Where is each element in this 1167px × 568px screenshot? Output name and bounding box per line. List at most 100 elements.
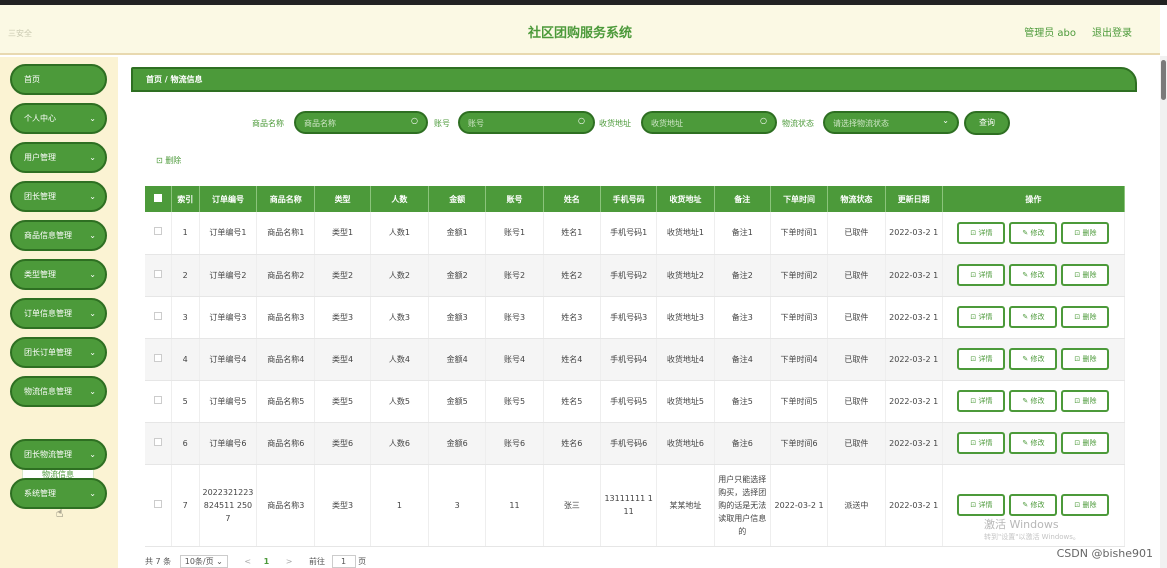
detail-button[interactable]: ⊡ 详情 (957, 348, 1006, 370)
row-checkbox[interactable] (153, 353, 162, 362)
table-row: 5 订单编号5 商品名称5 类型5 人数5 金额5 账号5 姓名5 手机号码5 收货地址5 备注5 下… (145, 380, 1126, 423)
delete-button[interactable]: ⊡ 删除 (1061, 306, 1110, 328)
row-select-cell[interactable] (145, 212, 172, 255)
edit-button[interactable]: ✎ 修改 (1009, 348, 1058, 370)
sidebar-item[interactable]: 用户管理 ⌄ (10, 142, 107, 173)
status-select[interactable]: ⌄ (823, 111, 959, 134)
delete-button[interactable]: ⊡ 删除 (1061, 221, 1110, 244)
row-checkbox[interactable] (153, 499, 162, 508)
address-input[interactable] (651, 116, 757, 130)
table-cell: 订单编号4 (199, 338, 258, 381)
edit-button[interactable]: ✎ 修改 (1009, 264, 1058, 286)
query-button[interactable]: 查询 (964, 111, 1010, 135)
account-field[interactable]: ○ (458, 111, 595, 134)
sidebar-item[interactable]: 类型管理 ⌄ (10, 259, 107, 290)
table-cell: 类型3 (314, 296, 371, 339)
table-cell: 类型2 (314, 254, 371, 297)
table-cell: 类型5 (314, 380, 371, 423)
table-cell: 下单时间3 (770, 296, 829, 339)
delete-button[interactable]: ⊡ 删除 (1061, 348, 1110, 370)
row-select-cell[interactable] (145, 338, 172, 381)
detail-button[interactable]: ⊡ 详情 (957, 306, 1006, 328)
column-header: 订单编号 (199, 186, 258, 212)
sidebar-item-label: 订单信息管理 (24, 309, 72, 318)
detail-button[interactable]: ⊡ 详情 (957, 432, 1006, 454)
sidebar-item[interactable]: 物流信息管理 ⌄ (10, 376, 107, 407)
sidebar-item[interactable]: 个人中心 ⌄ (10, 103, 107, 134)
row-select-cell[interactable] (145, 380, 172, 423)
prev-page-button[interactable]: < (244, 557, 251, 566)
logistics-table: 索引 订单编号 商品名称 类型 人数 金额 账号 姓名 手机号码 收货地址 备注 下单时间 物流状态 更新… (145, 186, 1126, 547)
delete-button[interactable]: ⊡ 删除 (1061, 264, 1110, 286)
edit-button[interactable]: ✎ 修改 (1009, 221, 1058, 244)
address-field[interactable]: ○ (641, 111, 777, 134)
edit-button[interactable]: ✎ 修改 (1009, 306, 1058, 328)
row-select-cell[interactable] (145, 254, 172, 297)
table-cell: 订单编号6 (199, 422, 258, 465)
next-page-button[interactable]: > (286, 557, 293, 566)
table-cell: 手机号码5 (600, 380, 658, 423)
detail-button[interactable]: ⊡ 详情 (957, 494, 1006, 516)
row-checkbox[interactable] (153, 269, 162, 278)
detail-button[interactable]: ⊡ 详情 (957, 390, 1006, 412)
table-cell: 订单编号2 (199, 254, 258, 297)
table-cell: 备注6 (714, 422, 771, 465)
goto-page-input[interactable]: 1 (331, 555, 356, 568)
row-actions: ⊡ 详情 ✎ 修改 ⊡ 删除 (942, 380, 1126, 423)
row-checkbox[interactable] (153, 395, 162, 404)
page-size-select[interactable]: 10条/页 ⌄ (179, 555, 228, 568)
edit-button[interactable]: ✎ 修改 (1009, 432, 1058, 454)
sidebar-item[interactable]: 商品信息管理 ⌄ (10, 220, 107, 251)
table-cell: 用户只能选择购买，选择团购的话是无法读取用户信息的 (714, 464, 771, 547)
row-checkbox[interactable] (153, 227, 162, 236)
delete-button[interactable]: ⊡ 删除 (1061, 494, 1110, 516)
sidebar-item[interactable]: 团长管理 ⌄ (10, 181, 107, 212)
table-cell: 收货地址3 (656, 296, 715, 339)
column-header: 账号 (485, 186, 544, 212)
row-select-cell[interactable] (145, 422, 172, 465)
row-checkbox[interactable] (153, 437, 162, 446)
chevron-down-icon: ⌄ (89, 270, 96, 279)
delete-button[interactable]: ⊡ 删除 (1061, 432, 1110, 454)
table-cell: 人数2 (370, 254, 430, 297)
detail-button[interactable]: ⊡ 详情 (957, 264, 1006, 286)
table-cell: 备注5 (714, 380, 771, 423)
scrollbar-thumb[interactable] (1161, 60, 1166, 100)
chevron-down-icon: ⌄ (89, 231, 96, 240)
table-cell: 备注3 (714, 296, 771, 339)
table-cell: 金额2 (428, 254, 487, 297)
product-name-label: 商品名称 (252, 119, 284, 128)
current-page[interactable]: 1 (264, 557, 270, 566)
product-name-field[interactable]: ○ (294, 111, 428, 134)
sidebar-item[interactable]: 团长物流管理 ⌄ (10, 439, 107, 470)
page-scrollbar[interactable] (1160, 56, 1167, 568)
detail-button[interactable]: ⊡ 详情 (957, 221, 1006, 244)
row-select-cell[interactable] (145, 464, 172, 547)
product-name-input[interactable] (304, 116, 408, 130)
row-select-cell[interactable] (145, 296, 172, 339)
sidebar-item[interactable]: 系统管理 ⌄ (10, 478, 107, 509)
chevron-down-icon: ⌄ (89, 489, 96, 498)
logout-link[interactable]: 退出登录 (1092, 24, 1132, 39)
pagination: 共 7 条 10条/页 ⌄ < 1 > 前往 1 页 (145, 555, 366, 568)
chevron-down-icon: ⌄ (89, 348, 96, 357)
table-cell: 人数4 (370, 338, 430, 381)
row-checkbox[interactable] (153, 311, 162, 320)
table-cell: 1 (370, 464, 430, 547)
delete-button[interactable]: ⊡ 删除 (1061, 390, 1110, 412)
total-count: 共 7 条 (145, 557, 172, 566)
select-all-cell[interactable] (145, 186, 172, 212)
account-input[interactable] (468, 116, 575, 130)
table-cell: 手机号码3 (600, 296, 658, 339)
sidebar-item[interactable]: 首页 (10, 64, 107, 95)
table-cell: 备注1 (714, 212, 771, 255)
sidebar-item[interactable]: 团长订单管理 ⌄ (10, 337, 107, 368)
edit-button[interactable]: ✎ 修改 (1009, 390, 1058, 412)
status-select-input[interactable] (833, 116, 939, 130)
sidebar-item-label: 商品信息管理 (24, 231, 72, 240)
sidebar-item[interactable]: 订单信息管理 ⌄ (10, 298, 107, 329)
table-cell: 某某地址 (656, 464, 715, 547)
select-all-checkbox[interactable] (153, 194, 162, 202)
batch-delete-button[interactable]: ⊡ 删除 (156, 155, 181, 166)
edit-button[interactable]: ✎ 修改 (1009, 494, 1058, 516)
